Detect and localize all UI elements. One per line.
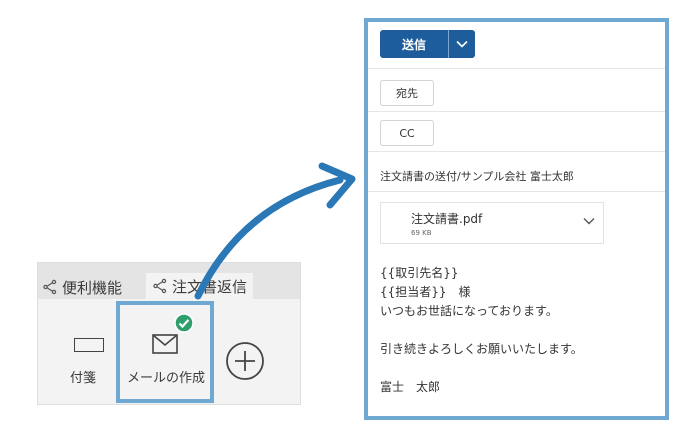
mail-icon <box>152 334 178 354</box>
share-icon <box>153 278 167 294</box>
to-button[interactable]: 宛先 <box>380 80 434 106</box>
check-icon <box>174 313 194 333</box>
tutorial-figure: 便利機能 注文書返信 付箋 メールの作成 送信 宛先 CC 注文請書の送付/サン… <box>0 0 686 431</box>
divider <box>368 111 665 112</box>
tab-label: 便利機能 <box>62 278 123 297</box>
attachment-name: 注文請書.pdf <box>411 212 483 226</box>
divider <box>368 151 665 152</box>
attachment-size: 69 KB <box>411 229 432 237</box>
sticky-note-label[interactable]: 付箋 <box>70 367 96 386</box>
share-icon <box>43 279 57 295</box>
send-button[interactable]: 送信 <box>380 30 449 58</box>
ribbon-tab-bar: 便利機能 注文書返信 <box>38 263 300 299</box>
tab-convenience-functions[interactable]: 便利機能 <box>42 275 122 299</box>
attachment-card[interactable]: 注文請書.pdf 69 KB <box>380 202 604 244</box>
add-circle-icon[interactable] <box>225 341 265 381</box>
chevron-down-icon <box>456 40 468 48</box>
compose-mail-label: メールの作成 <box>127 371 206 386</box>
cc-button[interactable]: CC <box>380 120 434 146</box>
mail-compose-pane: 送信 宛先 CC 注文請書の送付/サンプル会社 富士太郎 注文請書.pdf 69… <box>364 18 669 420</box>
tab-order-reply[interactable]: 注文書返信 <box>146 273 254 299</box>
divider <box>368 68 665 69</box>
sticky-note-icon[interactable] <box>74 338 104 352</box>
tab-label: 注文書返信 <box>172 277 248 296</box>
divider <box>368 191 665 192</box>
subject-field[interactable]: 注文請書の送付/サンプル会社 富士太郎 <box>380 168 574 184</box>
send-button-group: 送信 <box>380 30 475 58</box>
chevron-down-icon[interactable] <box>583 217 595 225</box>
message-body[interactable]: {{取引先名}} {{担当者}} 様 いつもお世話になっております。 引き続きよ… <box>380 264 583 397</box>
send-options-dropdown[interactable] <box>449 30 475 58</box>
